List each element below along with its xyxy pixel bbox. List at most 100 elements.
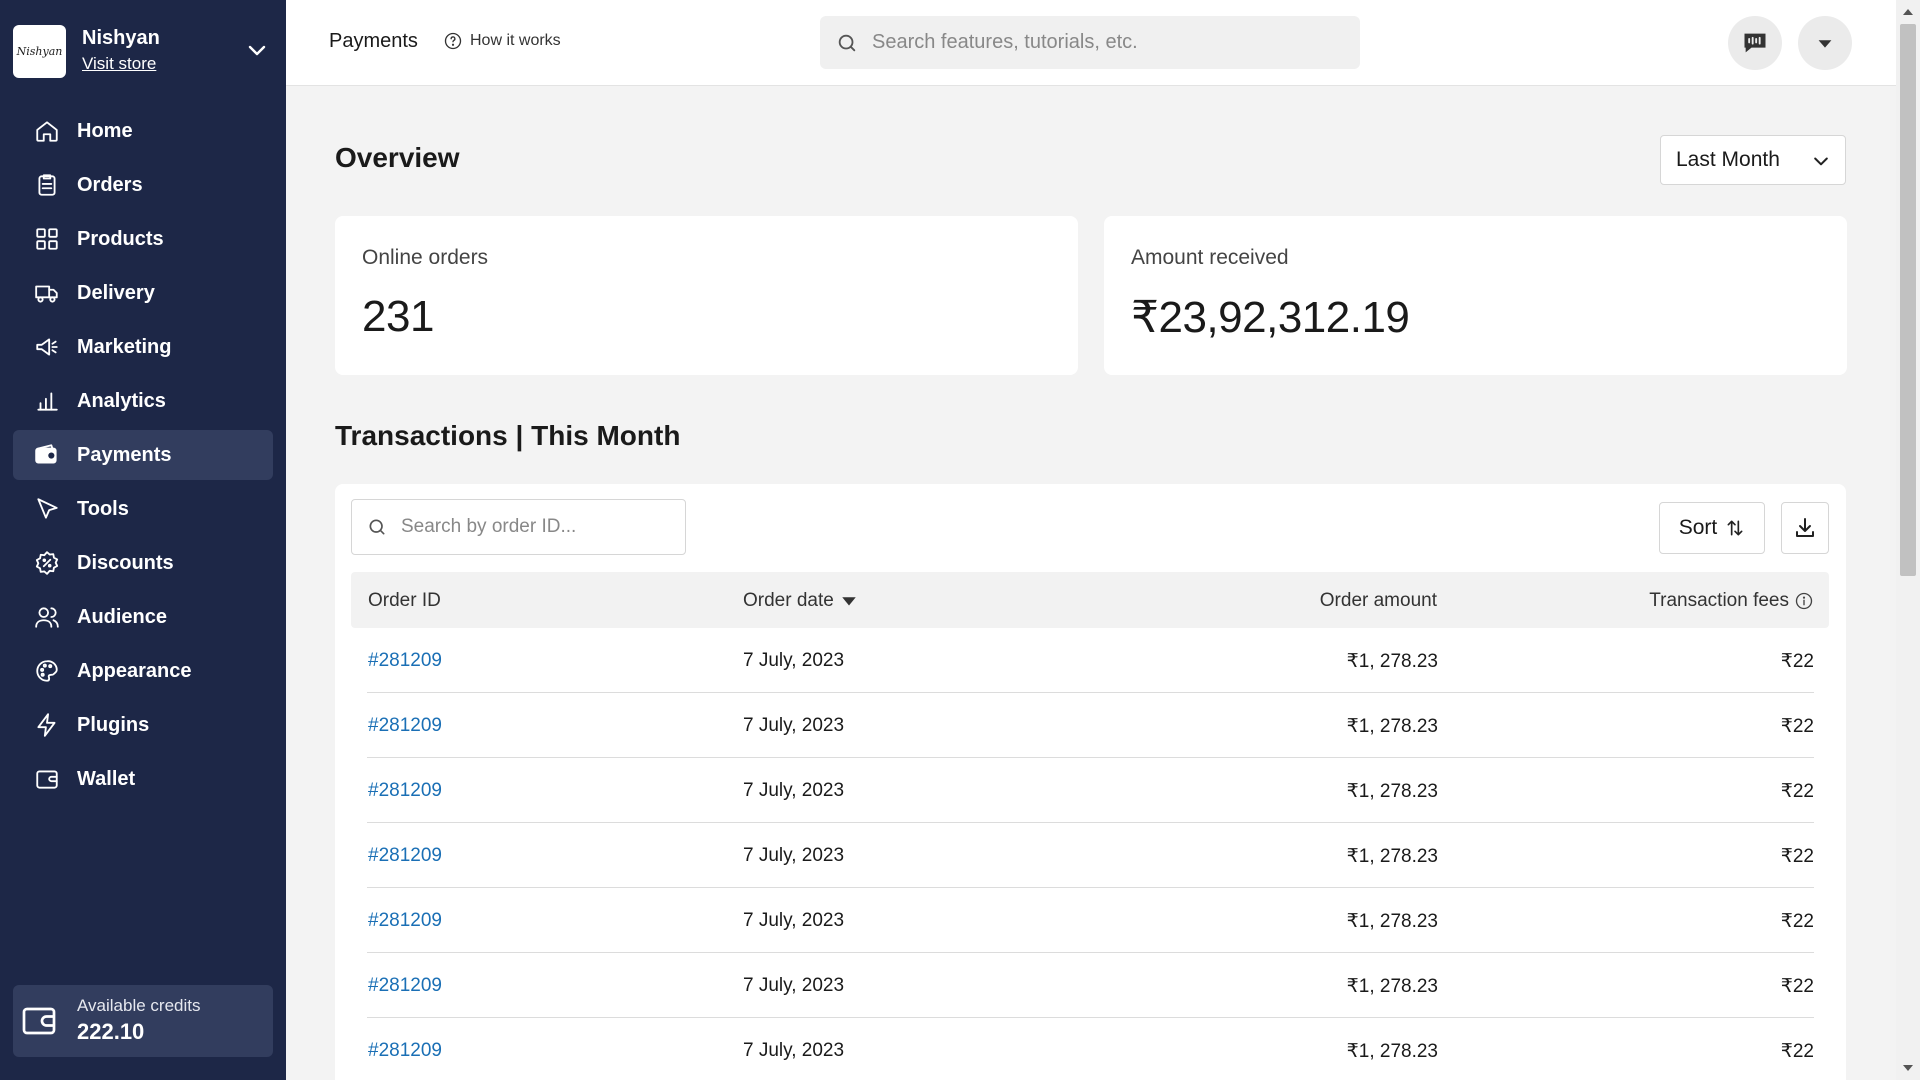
online-orders-card: Online orders 231 bbox=[335, 216, 1078, 375]
cursor-icon bbox=[34, 496, 60, 522]
search-icon bbox=[838, 34, 856, 51]
chat-icon bbox=[1744, 33, 1766, 53]
home-icon bbox=[34, 118, 60, 144]
wallet-icon bbox=[21, 1003, 57, 1039]
visit-store-link[interactable]: Visit store bbox=[82, 54, 156, 73]
sidebar-item-appearance[interactable]: Appearance bbox=[13, 646, 273, 696]
table-header: Order ID Order date Order amount Transac… bbox=[351, 572, 1829, 628]
order-search[interactable] bbox=[351, 499, 686, 555]
overview-title: Overview bbox=[335, 142, 460, 173]
column-header-transaction-fees[interactable]: Transaction fees bbox=[1649, 590, 1813, 612]
sort-button-label: Sort bbox=[1678, 516, 1718, 539]
scrollbar-thumb[interactable] bbox=[1900, 24, 1916, 576]
sidebar-item-products[interactable]: Products bbox=[13, 214, 273, 264]
sidebar-item-home[interactable]: Home bbox=[13, 106, 273, 156]
account-menu-button[interactable] bbox=[1798, 16, 1852, 70]
card-value: 231 bbox=[362, 292, 434, 341]
sidebar-item-marketing[interactable]: Marketing bbox=[13, 322, 273, 372]
order-amount: ₹1, 278.23 bbox=[1346, 651, 1438, 672]
order-amount: ₹1, 278.23 bbox=[1346, 976, 1438, 997]
table-row: #281209 7 July, 2023 ₹1, 278.23 ₹22 bbox=[367, 758, 1814, 823]
transactions-table-card: Sort Order ID Order date Order amount Tr… bbox=[335, 484, 1846, 1080]
order-date: 7 July, 2023 bbox=[743, 845, 845, 866]
sidebar-item-payments[interactable]: Payments bbox=[13, 430, 273, 480]
store-info: Nishyan Visit store bbox=[82, 25, 160, 77]
sidebar-item-label: Analytics bbox=[77, 389, 166, 412]
table-row: #281209 7 July, 2023 ₹1, 278.23 ₹22 bbox=[367, 628, 1814, 693]
sidebar-item-label: Tools bbox=[77, 497, 129, 520]
sort-arrows-icon bbox=[1727, 520, 1743, 536]
wallet-icon bbox=[34, 766, 60, 792]
global-search[interactable] bbox=[820, 16, 1360, 69]
credits-label: Available credits bbox=[77, 996, 201, 1015]
table-row: #281209 7 July, 2023 ₹1, 278.23 ₹22 bbox=[367, 888, 1814, 953]
bolt-icon bbox=[34, 712, 60, 738]
sidebar-item-wallet[interactable]: Wallet bbox=[13, 754, 273, 804]
credits-info: Available credits 222.10 bbox=[77, 995, 200, 1047]
sidebar-item-plugins[interactable]: Plugins bbox=[13, 700, 273, 750]
users-icon bbox=[34, 604, 60, 630]
chevron-down-icon[interactable] bbox=[245, 38, 269, 62]
store-switcher[interactable]: Nishyan Nishyan Visit store bbox=[13, 22, 273, 80]
column-header-label: Order date bbox=[743, 590, 834, 611]
how-it-works-label: How it works bbox=[470, 32, 561, 49]
sidebar-item-label: Products bbox=[77, 227, 164, 250]
bar-chart-icon bbox=[34, 388, 60, 414]
transaction-fees: ₹22 bbox=[1780, 651, 1814, 672]
table-body: #281209 7 July, 2023 ₹1, 278.23 ₹22 #281… bbox=[367, 628, 1814, 1080]
amount-received-card: Amount received ₹23,92,312.19 bbox=[1104, 216, 1847, 375]
transaction-fees: ₹22 bbox=[1780, 976, 1814, 997]
feedback-button[interactable] bbox=[1728, 16, 1782, 70]
global-search-input[interactable] bbox=[872, 31, 1332, 54]
order-amount: ₹1, 278.23 bbox=[1346, 911, 1438, 932]
card-label: Online orders bbox=[362, 246, 489, 269]
table-row: #281209 7 July, 2023 ₹1, 278.23 ₹22 bbox=[367, 1018, 1814, 1080]
how-it-works-link[interactable]: How it works bbox=[444, 32, 561, 50]
table-row: #281209 7 July, 2023 ₹1, 278.23 ₹22 bbox=[367, 823, 1814, 888]
order-id-link[interactable]: #281209 bbox=[368, 780, 442, 802]
order-search-input[interactable] bbox=[401, 516, 681, 538]
sidebar-item-discounts[interactable]: Discounts bbox=[13, 538, 273, 588]
sidebar: Nishyan Nishyan Visit store Home Orders … bbox=[0, 0, 286, 1080]
table-row: #281209 7 July, 2023 ₹1, 278.23 ₹22 bbox=[367, 693, 1814, 758]
sidebar-item-analytics[interactable]: Analytics bbox=[13, 376, 273, 426]
sidebar-item-orders[interactable]: Orders bbox=[13, 160, 273, 210]
column-header-order-date[interactable]: Order date bbox=[743, 590, 858, 612]
scroll-up-arrow-icon[interactable] bbox=[1900, 4, 1916, 20]
store-logo-text: Nishyan bbox=[16, 44, 63, 58]
sidebar-item-label: Marketing bbox=[77, 335, 172, 358]
order-id-link[interactable]: #281209 bbox=[368, 1040, 442, 1062]
column-header-order-id[interactable]: Order ID bbox=[368, 590, 441, 612]
order-id-link[interactable]: #281209 bbox=[368, 715, 442, 737]
megaphone-icon bbox=[34, 334, 60, 360]
order-id-link[interactable]: #281209 bbox=[368, 650, 442, 672]
sort-button[interactable]: Sort bbox=[1659, 502, 1765, 554]
column-header-label: Transaction fees bbox=[1649, 590, 1789, 611]
card-value: ₹23,92,312.19 bbox=[1131, 293, 1410, 342]
discount-icon bbox=[34, 550, 60, 576]
sidebar-item-label: Audience bbox=[77, 605, 168, 628]
order-id-link[interactable]: #281209 bbox=[368, 845, 442, 867]
transaction-fees: ₹22 bbox=[1780, 911, 1814, 932]
column-header-order-amount[interactable]: Order amount bbox=[1320, 590, 1437, 612]
sidebar-item-audience[interactable]: Audience bbox=[13, 592, 273, 642]
period-select[interactable]: Last Month bbox=[1660, 135, 1846, 185]
sidebar-item-tools[interactable]: Tools bbox=[13, 484, 273, 534]
order-amount: ₹1, 278.23 bbox=[1346, 1041, 1438, 1062]
products-icon bbox=[34, 226, 60, 252]
page-title: Payments bbox=[329, 30, 418, 52]
available-credits[interactable]: Available credits 222.10 bbox=[13, 985, 273, 1057]
download-button[interactable] bbox=[1781, 502, 1829, 554]
info-icon[interactable] bbox=[1795, 592, 1813, 610]
order-date: 7 July, 2023 bbox=[743, 650, 845, 671]
order-amount: ₹1, 278.23 bbox=[1346, 846, 1438, 867]
scroll-down-arrow-icon[interactable] bbox=[1900, 1060, 1916, 1076]
search-icon bbox=[369, 519, 385, 535]
sidebar-item-delivery[interactable]: Delivery bbox=[13, 268, 273, 318]
order-id-link[interactable]: #281209 bbox=[368, 910, 442, 932]
order-id-link[interactable]: #281209 bbox=[368, 975, 442, 997]
card-label: Amount received bbox=[1131, 246, 1289, 269]
sidebar-item-label: Wallet bbox=[77, 767, 136, 790]
orders-icon bbox=[34, 172, 60, 198]
sidebar-item-label: Orders bbox=[77, 173, 143, 196]
